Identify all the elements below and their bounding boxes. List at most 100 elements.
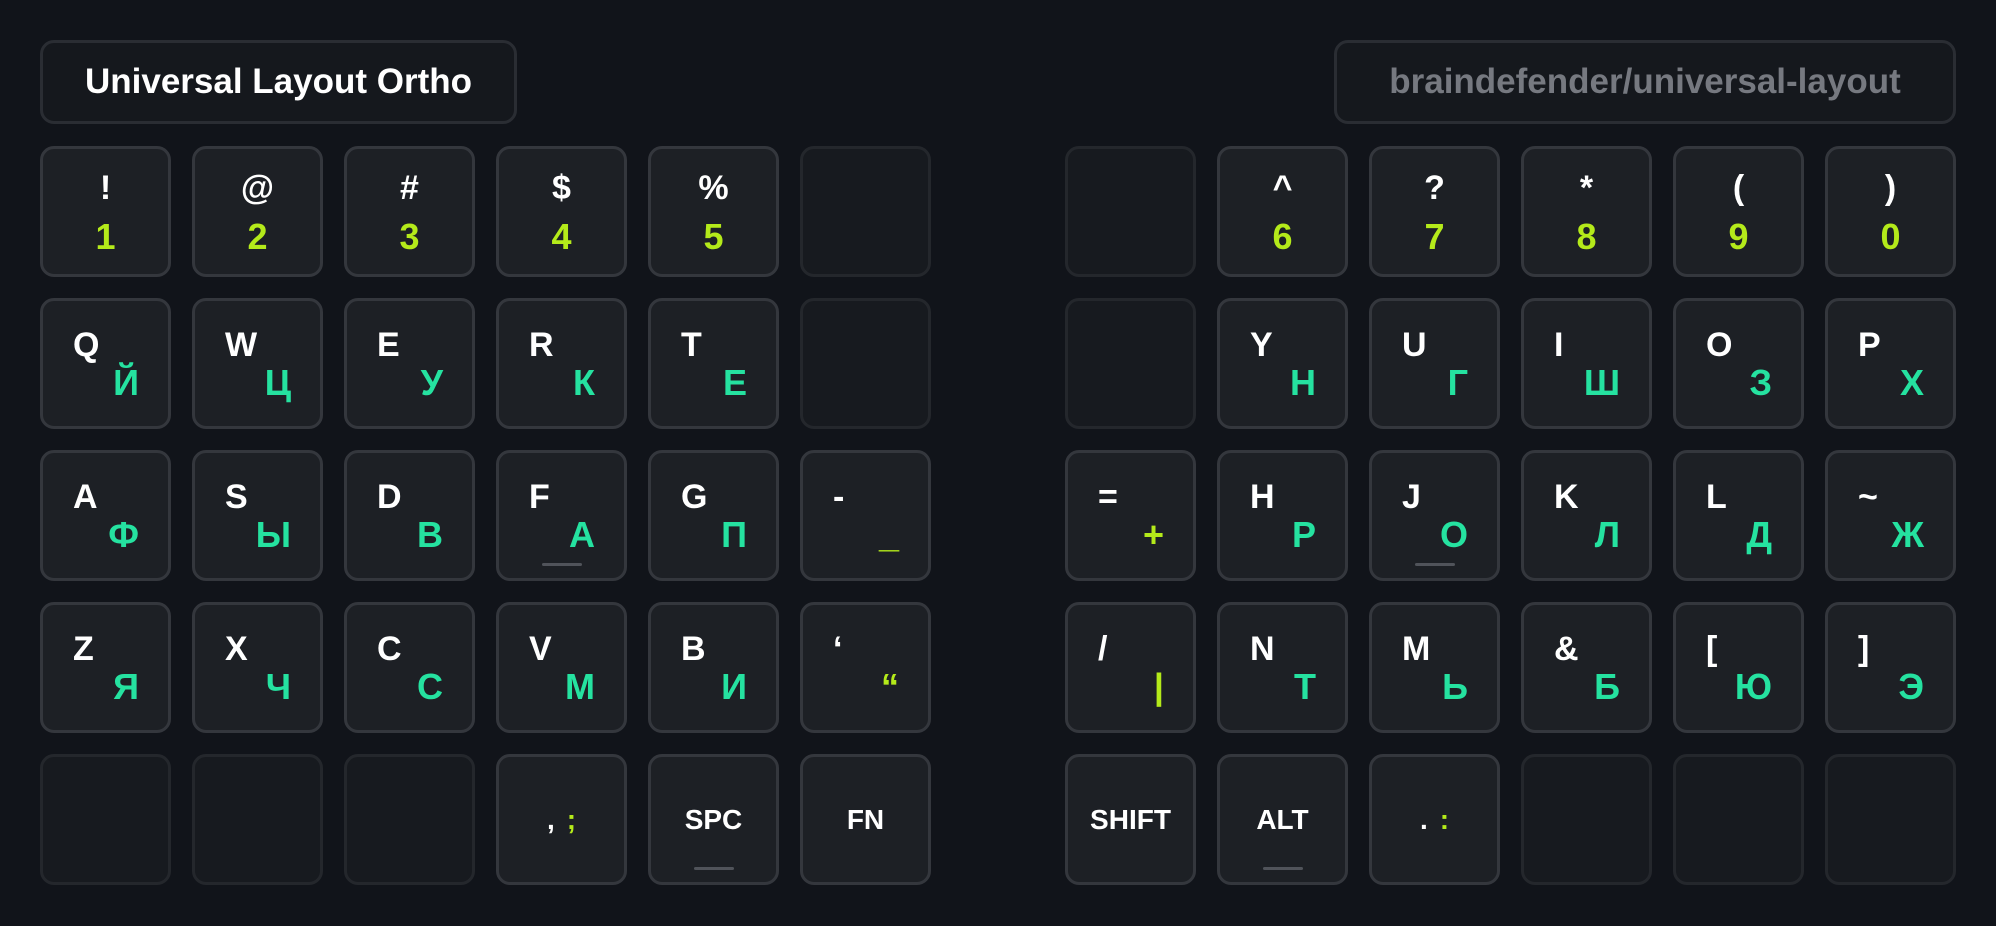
key-latin-label: O (1706, 326, 1733, 364)
key-secondary-label: | (1153, 666, 1164, 707)
key-shift-label: $ (552, 169, 571, 207)
key-latin-label: U (1402, 326, 1427, 364)
repo-link[interactable]: braindefender/universal-layout (1334, 40, 1956, 124)
key-right-bracket[interactable]: ] Э (1825, 602, 1956, 733)
key-k[interactable]: K Л (1521, 450, 1652, 581)
key-cyrillic-label: Ц (264, 362, 291, 403)
key-label: SHIFT (1090, 803, 1171, 835)
key-minus[interactable]: - _ (800, 450, 931, 581)
key-8[interactable]: * 8 (1521, 146, 1652, 277)
key-latin-label: T (681, 326, 702, 364)
key-latin-label: K (1554, 478, 1579, 516)
key-n[interactable]: N Т (1217, 602, 1348, 733)
key-latin-label: V (529, 630, 552, 668)
key-p[interactable]: P Х (1825, 298, 1956, 429)
key-slash[interactable]: / | (1065, 602, 1196, 733)
key-shift-label: ( (1732, 169, 1745, 207)
key-0[interactable]: ) 0 (1825, 146, 1956, 277)
key-latin-label: Y (1250, 326, 1273, 364)
key-equals[interactable]: = + (1065, 450, 1196, 581)
key-cyrillic-label: В (417, 514, 443, 555)
key-cyrillic-label: М (565, 666, 595, 707)
key-q[interactable]: Q Й (40, 298, 171, 429)
key-1[interactable]: ! 1 (40, 146, 171, 277)
key-cyrillic-label: Д (1746, 514, 1772, 555)
key-cyrillic-label: Ч (265, 666, 291, 707)
key-shift[interactable]: SHIFT (1065, 754, 1196, 885)
key-x[interactable]: X Ч (192, 602, 323, 733)
key-latin-label: F (529, 478, 550, 516)
key-comma[interactable]: , ; (496, 754, 627, 885)
key-latin-label: W (225, 326, 258, 364)
key-cyrillic-label: Ф (108, 514, 139, 555)
key-9[interactable]: ( 9 (1673, 146, 1804, 277)
key-cyrillic-label: Е (722, 362, 747, 403)
key-blank (40, 754, 171, 885)
key-base-label: 5 (703, 216, 724, 257)
key-blank (1065, 298, 1196, 429)
key-base-label: 4 (551, 216, 572, 257)
key-6[interactable]: ^ 6 (1217, 146, 1348, 277)
key-l[interactable]: L Д (1673, 450, 1804, 581)
key-fn[interactable]: FN (800, 754, 931, 885)
key-7[interactable]: ? 7 (1369, 146, 1500, 277)
key-c[interactable]: C С (344, 602, 475, 733)
key-i[interactable]: I Ш (1521, 298, 1652, 429)
key-latin-label: J (1402, 478, 1421, 516)
key-cyrillic-label: Х (1899, 362, 1924, 403)
key-alt[interactable]: ALT (1217, 754, 1348, 885)
key-cyrillic-label: Ю (1734, 666, 1772, 707)
homing-bump (693, 867, 734, 870)
key-3[interactable]: # 3 (344, 146, 475, 277)
key-latin-label: M (1402, 630, 1431, 668)
key-v[interactable]: V М (496, 602, 627, 733)
key-cyrillic-label: Л (1594, 514, 1620, 555)
key-o[interactable]: O З (1673, 298, 1804, 429)
key-ampersand[interactable]: & Б (1521, 602, 1652, 733)
key-b[interactable]: B И (648, 602, 779, 733)
key-5[interactable]: % 5 (648, 146, 779, 277)
key-shift-label: @ (240, 169, 275, 207)
key-blank (800, 298, 931, 429)
key-g[interactable]: G П (648, 450, 779, 581)
homing-bump (1262, 867, 1303, 870)
key-left-bracket[interactable]: [ Ю (1673, 602, 1804, 733)
key-blank (1673, 754, 1804, 885)
key-y[interactable]: Y Н (1217, 298, 1348, 429)
key-base-label: 7 (1424, 216, 1445, 257)
key-shift-label: * (1579, 169, 1594, 207)
key-period[interactable]: . : (1369, 754, 1500, 885)
key-latin-label: H (1250, 478, 1275, 516)
key-primary-label: - (833, 478, 845, 516)
key-tilde[interactable]: ~ Ж (1825, 450, 1956, 581)
key-latin-label: S (225, 478, 248, 516)
key-cyrillic-label: О (1439, 514, 1468, 555)
key-shift-label: % (698, 169, 729, 207)
key-latin-label: C (377, 630, 402, 668)
key-base-label: 1 (95, 216, 116, 257)
key-cyrillic-label: Г (1447, 362, 1468, 403)
key-blank (1065, 146, 1196, 277)
key-h[interactable]: H Р (1217, 450, 1348, 581)
key-4[interactable]: $ 4 (496, 146, 627, 277)
key-a[interactable]: A Ф (40, 450, 171, 581)
key-d[interactable]: D В (344, 450, 475, 581)
key-quote[interactable]: ‘ “ (800, 602, 931, 733)
key-j[interactable]: J О (1369, 450, 1500, 581)
key-latin-label: I (1554, 326, 1564, 364)
key-u[interactable]: U Г (1369, 298, 1500, 429)
key-cyrillic-label: Э (1898, 666, 1924, 707)
key-w[interactable]: W Ц (192, 298, 323, 429)
key-r[interactable]: R К (496, 298, 627, 429)
key-primary-label: [ (1706, 630, 1718, 668)
key-space[interactable]: SPC (648, 754, 779, 885)
key-e[interactable]: E У (344, 298, 475, 429)
key-t[interactable]: T Е (648, 298, 779, 429)
key-2[interactable]: @ 2 (192, 146, 323, 277)
key-m[interactable]: M Ь (1369, 602, 1500, 733)
key-primary-label: & (1554, 630, 1579, 668)
key-f[interactable]: F А (496, 450, 627, 581)
key-base-label: 9 (1728, 216, 1749, 257)
key-s[interactable]: S Ы (192, 450, 323, 581)
key-z[interactable]: Z Я (40, 602, 171, 733)
